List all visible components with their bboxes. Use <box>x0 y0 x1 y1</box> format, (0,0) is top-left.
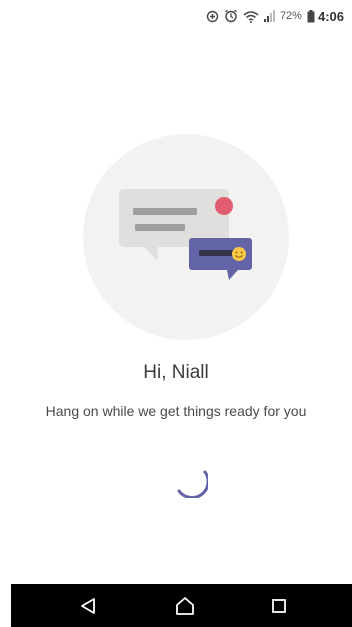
home-icon <box>176 596 194 615</box>
alarm-icon <box>224 9 238 23</box>
smiley-icon <box>232 247 246 261</box>
battery-percent: 72% <box>279 10 302 22</box>
loading-spinner <box>172 462 210 500</box>
back-icon <box>81 597 95 614</box>
battery-icon <box>307 9 315 23</box>
navigation-bar <box>11 584 352 627</box>
loading-message: Hang on while we get things ready for yo… <box>45 403 307 419</box>
notification-dot <box>215 197 233 215</box>
recents-button[interactable] <box>259 584 299 627</box>
back-button[interactable] <box>68 584 108 627</box>
chat-illustration <box>83 134 289 340</box>
loading-screen: 72% 4:06 Hi, Niall Hang on while we get … <box>0 0 352 627</box>
status-bar: 72% 4:06 <box>0 0 352 32</box>
clock: 4:06 <box>317 8 344 24</box>
greeting-text: Hi, Niall <box>143 362 209 383</box>
signal-icon <box>263 10 276 22</box>
wifi-icon <box>243 10 259 23</box>
data-saver-icon <box>206 10 219 23</box>
home-button[interactable] <box>165 584 205 627</box>
recents-icon <box>272 598 286 613</box>
